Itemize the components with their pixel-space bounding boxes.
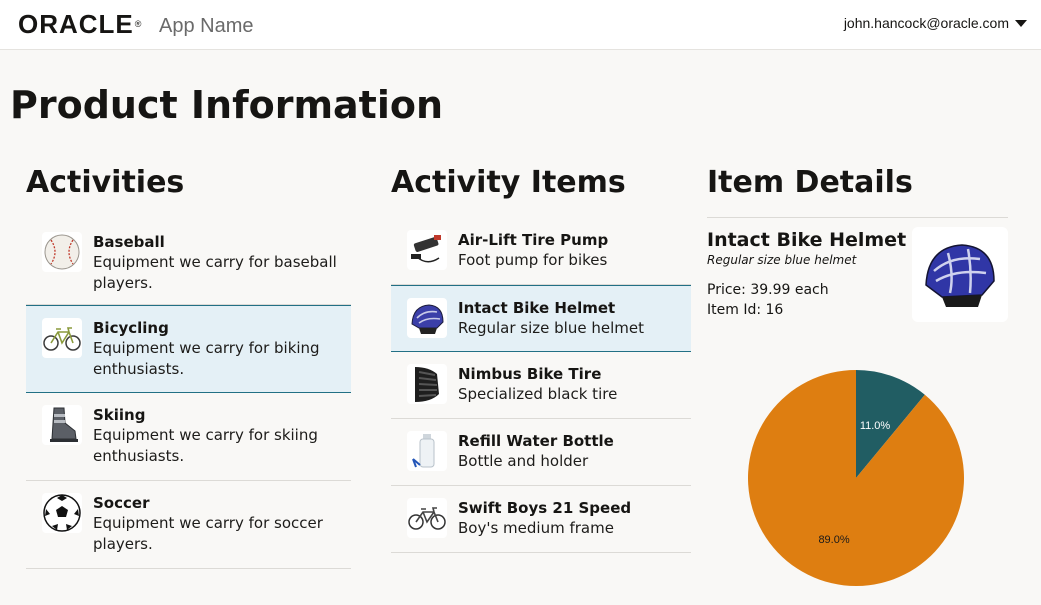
- product-desc: Regular size blue helmet: [458, 319, 644, 337]
- detail-item-name: Intact Bike Helmet: [707, 229, 907, 251]
- bike-helmet-icon: [407, 298, 447, 338]
- product-item-water-bottle[interactable]: Refill Water Bottle Bottle and holder: [391, 419, 691, 486]
- product-name: Refill Water Bottle: [458, 432, 614, 450]
- pie-chart-svg: 11.0% 89.0%: [748, 370, 964, 586]
- activity-name: Baseball: [93, 233, 165, 251]
- activities-title: Activities: [26, 165, 185, 200]
- activity-item-bicycling[interactable]: Bicycling Equipment we carry for biking …: [26, 305, 351, 393]
- detail-item-desc: Regular size blue helmet: [707, 253, 857, 267]
- activity-item-baseball[interactable]: Baseball Equipment we carry for baseball…: [26, 220, 351, 305]
- product-name: Nimbus Bike Tire: [458, 365, 602, 383]
- product-item-tire-pump[interactable]: Air-Lift Tire Pump Foot pump for bikes: [391, 218, 691, 285]
- activity-item-soccer[interactable]: Soccer Equipment we carry for soccer pla…: [26, 481, 351, 569]
- activity-name: Skiing: [93, 406, 146, 424]
- pie-chart: 11.0% 89.0%: [746, 368, 966, 588]
- product-item-swift-bike[interactable]: Swift Boys 21 Speed Boy's medium frame: [391, 486, 691, 553]
- logo-registered-mark: ®: [134, 19, 143, 29]
- pie-data-label-0: 11.0%: [860, 420, 891, 432]
- bike-tire-icon: [407, 364, 447, 404]
- baseball-icon: [42, 232, 82, 272]
- product-desc: Boy's medium frame: [458, 519, 614, 537]
- activity-desc: Equipment we carry for skiing enthusiast…: [93, 426, 318, 465]
- activity-items-title: Activity Items: [391, 165, 626, 200]
- soccer-ball-icon: [42, 493, 82, 533]
- product-item-bike-helmet[interactable]: Intact Bike Helmet Regular size blue hel…: [391, 285, 691, 352]
- bicycle-icon: [407, 498, 447, 538]
- activity-name: Bicycling: [93, 319, 169, 337]
- activity-desc: Equipment we carry for soccer players.: [93, 514, 323, 553]
- bicycle-icon: [42, 318, 82, 358]
- product-desc: Foot pump for bikes: [458, 251, 608, 269]
- pie-data-label-1: 89.0%: [818, 534, 849, 546]
- tire-pump-icon: [407, 230, 447, 270]
- caret-down-icon: [1015, 19, 1027, 27]
- detail-item-id: Item Id: 16: [707, 302, 784, 318]
- activity-items-list: Air-Lift Tire Pump Foot pump for bikes I…: [391, 218, 691, 553]
- item-details-title: Item Details: [707, 165, 913, 200]
- app-header: ORACLE® App Name john.hancock@oracle.com: [0, 0, 1041, 50]
- activity-desc: Equipment we carry for biking enthusiast…: [93, 339, 320, 378]
- product-item-bike-tire[interactable]: Nimbus Bike Tire Specialized black tire: [391, 352, 691, 419]
- activity-desc: Equipment we carry for baseball players.: [93, 253, 337, 292]
- user-menu-button[interactable]: john.hancock@oracle.com: [844, 15, 1027, 31]
- activity-item-skiing[interactable]: Skiing Equipment we carry for skiing ent…: [26, 393, 351, 481]
- page-title: Product Information: [10, 83, 444, 127]
- ski-boot-icon: [42, 405, 82, 445]
- logo-text: ORACLE: [18, 9, 134, 39]
- pie-slice-1[interactable]: [748, 370, 964, 586]
- product-name: Swift Boys 21 Speed: [458, 499, 632, 517]
- oracle-logo[interactable]: ORACLE®: [18, 11, 142, 37]
- product-name: Air-Lift Tire Pump: [458, 231, 609, 249]
- activity-name: Soccer: [93, 494, 150, 512]
- water-bottle-icon: [407, 431, 447, 471]
- product-desc: Specialized black tire: [458, 385, 618, 403]
- app-name: App Name: [159, 15, 254, 37]
- details-divider: [707, 217, 1008, 218]
- user-email: john.hancock@oracle.com: [843, 15, 1009, 31]
- product-name: Intact Bike Helmet: [458, 299, 616, 317]
- bike-helmet-icon: [912, 227, 1008, 322]
- activities-list: Baseball Equipment we carry for baseball…: [26, 220, 351, 569]
- detail-price: Price: 39.99 each: [707, 282, 829, 298]
- product-desc: Bottle and holder: [458, 452, 589, 470]
